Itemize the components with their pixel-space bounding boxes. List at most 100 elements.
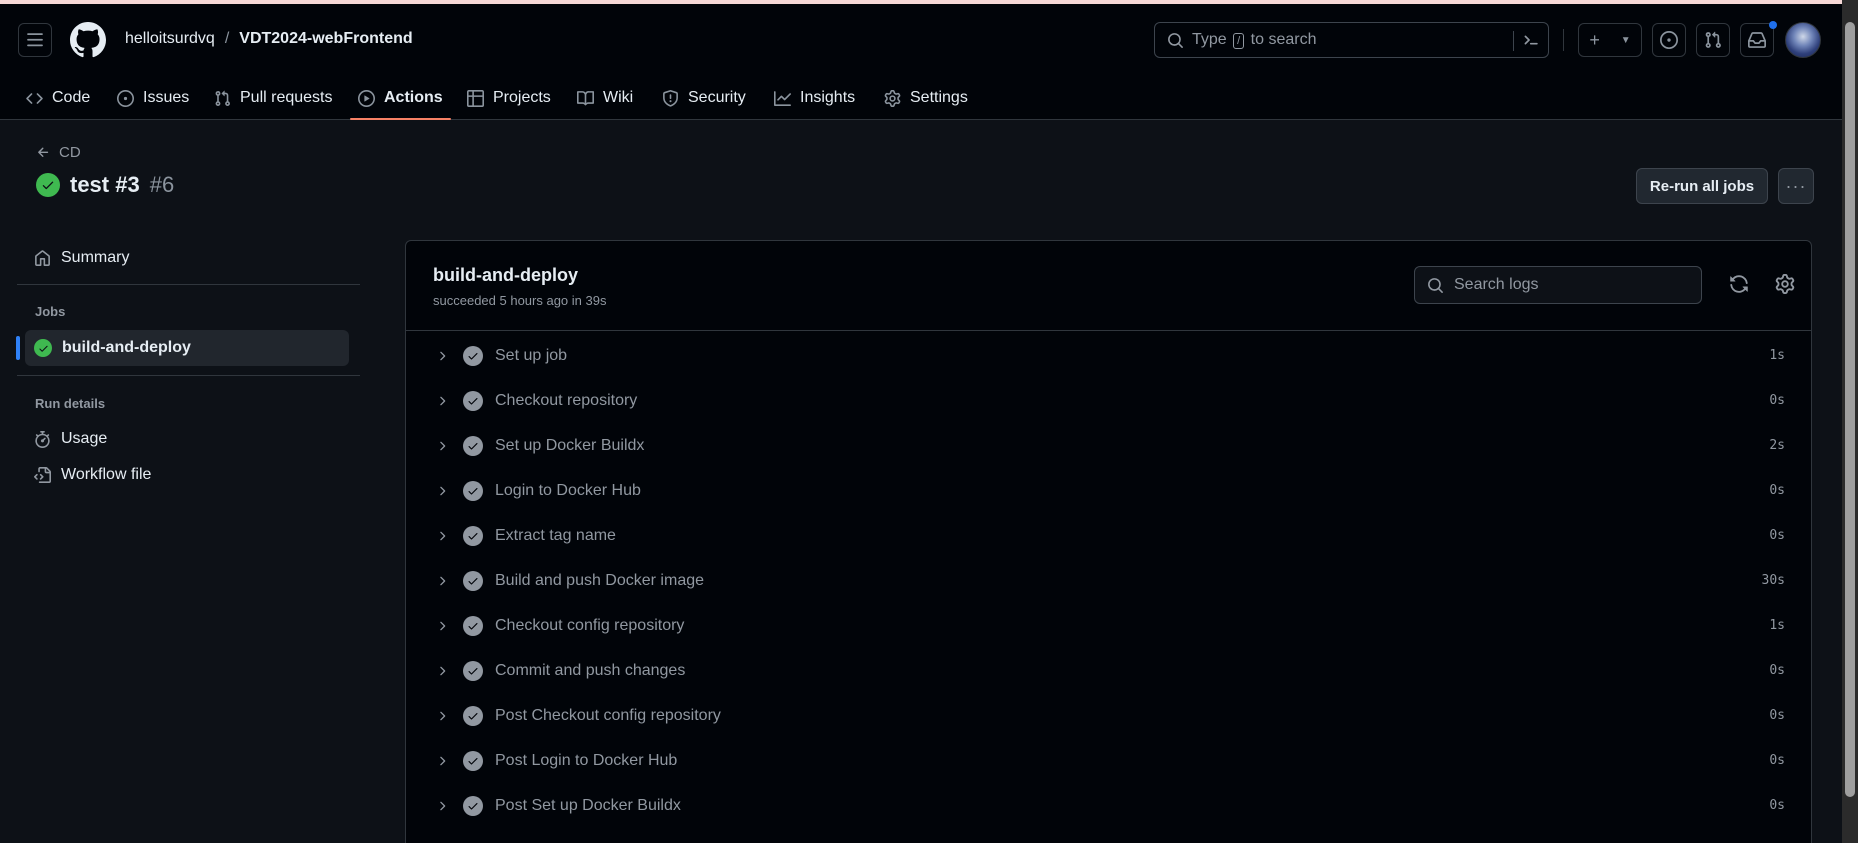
step-row[interactable]: Post Checkout config repository 0s xyxy=(406,693,1811,738)
workflow-name: CD xyxy=(59,144,81,161)
step-row[interactable]: Post Login to Docker Hub 0s xyxy=(406,738,1811,783)
kebab-horizontal-icon: ··· xyxy=(1785,175,1807,196)
tab-label: Actions xyxy=(384,89,443,106)
check-circle-icon xyxy=(463,345,483,366)
jobs-heading: Jobs xyxy=(35,304,66,319)
step-row[interactable]: Extract tag name 0s xyxy=(406,513,1811,558)
tab-code[interactable]: Code xyxy=(26,76,90,120)
search-icon xyxy=(1428,277,1443,293)
global-header: helloitsurdvq / VDT2024-webFrontend Type… xyxy=(0,4,1842,120)
step-duration: 1s xyxy=(1769,348,1785,363)
search-divider xyxy=(1513,31,1514,51)
step-row[interactable]: Checkout config repository 1s xyxy=(406,603,1811,648)
tab-settings[interactable]: Settings xyxy=(884,76,968,120)
sidebar-item-label: Usage xyxy=(61,430,108,447)
step-row[interactable]: Build and push Docker image 30s xyxy=(406,558,1811,603)
sidebar-item-workflow-file[interactable]: Workflow file xyxy=(17,457,349,493)
job-title: build-and-deploy xyxy=(433,265,578,285)
book-icon xyxy=(577,90,594,105)
sidebar-item-usage[interactable]: Usage xyxy=(17,421,349,457)
tab-label: Insights xyxy=(800,89,856,106)
avatar[interactable] xyxy=(1785,22,1821,58)
step-row[interactable]: Checkout repository 0s xyxy=(406,378,1811,423)
tab-label: Settings xyxy=(910,89,968,106)
step-duration: 0s xyxy=(1769,528,1785,543)
success-icon xyxy=(34,339,52,357)
chevron-right-icon xyxy=(440,576,446,585)
step-name: Checkout config repository xyxy=(495,616,685,634)
check-circle-icon xyxy=(463,615,483,636)
triangle-down-icon: ▼ xyxy=(1620,34,1631,46)
step-name: Set up job xyxy=(495,346,568,364)
page-scrollbar[interactable] xyxy=(1842,0,1858,843)
tab-pull-requests[interactable]: Pull requests xyxy=(214,76,333,120)
sidebar-item-summary[interactable]: Summary xyxy=(17,240,349,276)
git-pull-request-icon xyxy=(1705,31,1721,48)
tab-issues[interactable]: Issues xyxy=(117,76,189,120)
step-row[interactable]: Commit and push changes 0s xyxy=(406,648,1811,693)
check-circle-icon xyxy=(463,660,483,681)
refresh-icon[interactable] xyxy=(1729,274,1749,294)
check-circle-icon xyxy=(463,705,483,726)
search-icon xyxy=(1168,32,1183,48)
job-header: build-and-deploy succeeded 5 hours ago i… xyxy=(406,241,1811,331)
gear-icon[interactable] xyxy=(1775,274,1795,294)
github-logo-icon[interactable] xyxy=(70,22,106,58)
step-duration: 0s xyxy=(1769,753,1785,768)
tab-actions[interactable]: Actions xyxy=(350,76,451,120)
hamburger-icon xyxy=(27,33,43,47)
global-search-input[interactable]: Type / to search xyxy=(1154,22,1549,58)
issue-icon xyxy=(117,89,134,107)
file-code-icon xyxy=(34,466,51,483)
tab-security[interactable]: Security xyxy=(662,76,746,120)
step-row[interactable]: Post Set up Docker Buildx 0s xyxy=(406,783,1811,828)
issues-button[interactable] xyxy=(1652,23,1686,57)
pull-requests-button[interactable] xyxy=(1696,23,1730,57)
chevron-right-icon xyxy=(440,711,446,720)
step-duration: 0s xyxy=(1769,483,1785,498)
check-circle-icon xyxy=(463,525,483,546)
inbox-button[interactable] xyxy=(1740,23,1774,57)
chevron-right-icon xyxy=(440,666,446,675)
gear-icon xyxy=(884,89,901,107)
check-circle-icon xyxy=(463,795,483,816)
step-duration: 0s xyxy=(1769,663,1785,678)
command-palette-icon[interactable] xyxy=(1522,31,1540,49)
tab-wiki[interactable]: Wiki xyxy=(577,76,633,120)
arrow-left-icon xyxy=(38,147,49,157)
tab-label: Issues xyxy=(143,89,190,106)
check-circle-icon xyxy=(463,435,483,456)
step-row[interactable]: Set up Docker Buildx 2s xyxy=(406,423,1811,468)
kebab-menu-button[interactable]: ··· xyxy=(1778,168,1814,204)
notification-dot xyxy=(1769,21,1777,29)
tab-label: Code xyxy=(52,89,91,106)
chevron-right-icon xyxy=(440,531,446,540)
run-details-heading: Run details xyxy=(35,396,106,411)
menu-button[interactable] xyxy=(18,23,52,57)
step-name: Post Login to Docker Hub xyxy=(495,751,678,769)
job-log-panel: build-and-deploy succeeded 5 hours ago i… xyxy=(405,240,1812,843)
create-new-button[interactable]: + ▼ xyxy=(1578,23,1642,57)
scrollbar-thumb[interactable] xyxy=(1845,22,1855,797)
step-name: Post Checkout config repository xyxy=(495,706,721,724)
step-name: Login to Docker Hub xyxy=(495,481,641,499)
sidebar-divider xyxy=(17,375,360,376)
repo-owner-link[interactable]: helloitsurdvq xyxy=(125,30,215,48)
sidebar-item-build-and-deploy[interactable]: build-and-deploy xyxy=(16,330,349,366)
tab-label: Pull requests xyxy=(240,89,333,106)
tab-projects[interactable]: Projects xyxy=(467,76,551,120)
repo-name-link[interactable]: VDT2024-webFrontend xyxy=(239,30,412,48)
back-to-workflow-link[interactable]: CD xyxy=(36,144,81,161)
tab-insights[interactable]: Insights xyxy=(774,76,855,120)
check-circle-icon xyxy=(463,480,483,501)
header-divider xyxy=(1563,29,1564,51)
stopwatch-icon xyxy=(35,430,50,448)
sidebar-item-label: build-and-deploy xyxy=(62,339,191,356)
step-row[interactable]: Set up job 1s xyxy=(406,333,1811,378)
search-logs-input[interactable]: Search logs xyxy=(1414,266,1702,304)
step-row[interactable]: Login to Docker Hub 0s xyxy=(406,468,1811,513)
issue-opened-icon xyxy=(1660,31,1678,49)
chevron-right-icon xyxy=(440,756,446,765)
rerun-all-jobs-button[interactable]: Re-run all jobs xyxy=(1636,168,1768,204)
breadcrumb-separator: / xyxy=(224,30,230,47)
